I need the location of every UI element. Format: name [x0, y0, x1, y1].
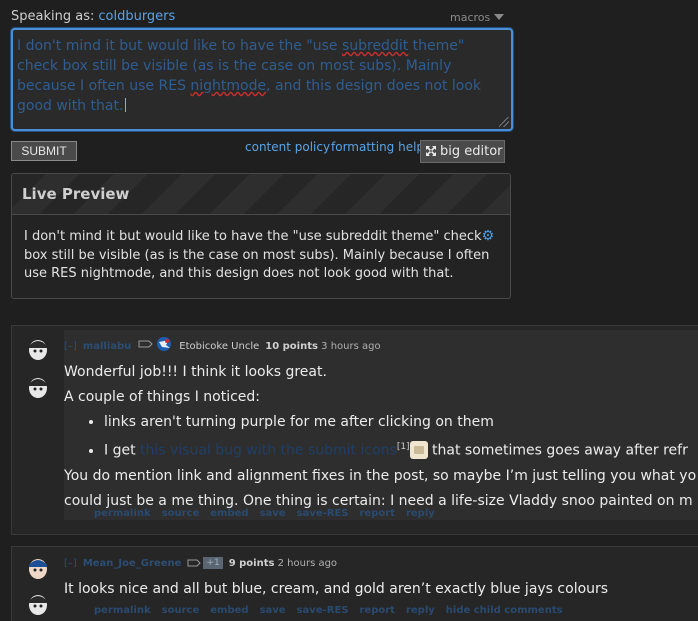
macros-label: macros: [450, 11, 491, 24]
vote-weight-badge: +1: [203, 557, 223, 569]
permalink-button[interactable]: permalink: [94, 605, 151, 616]
report-button[interactable]: report: [359, 605, 394, 616]
comment-tagline: [–] malliabu Etobicoke Uncle 10 points 3 h…: [64, 336, 381, 355]
embed-button[interactable]: embed: [210, 508, 248, 519]
source-button[interactable]: source: [162, 508, 200, 519]
embed-button[interactable]: embed: [210, 605, 248, 616]
comment-time: 2 hours ago: [277, 558, 338, 569]
blue-jays-flair-icon: [137, 336, 177, 355]
report-button[interactable]: report: [359, 508, 394, 519]
comment-textarea[interactable]: I don't mind it but would like to have t…: [11, 28, 513, 131]
reply-button[interactable]: reply: [406, 508, 435, 519]
source-button[interactable]: source: [162, 605, 200, 616]
hide-child-comments-button[interactable]: hide child comments: [446, 605, 563, 616]
image-preview-icon[interactable]: [409, 440, 428, 459]
speaking-as-label: Speaking as:: [11, 9, 95, 24]
chevron-down-icon: [494, 14, 505, 20]
user-flair: Etobicoke Uncle: [179, 341, 260, 352]
live-preview-title: Live Preview: [12, 174, 510, 215]
snoo-avatar-icon[interactable]: [26, 336, 50, 362]
tag-icon: [187, 557, 202, 572]
comment-author[interactable]: malliabu: [83, 341, 131, 352]
content-policy-link[interactable]: content policy: [245, 140, 330, 154]
comment-text: Wonderful job!!! I think it looks great.…: [64, 360, 696, 514]
comment-buttons: permalink source embed save save-RES report re…: [94, 508, 446, 519]
comment-tagline: [–] Mean_Joe_Greene +1 9 points 2 hours ag…: [64, 557, 337, 572]
collapse-toggle[interactable]: [–]: [64, 558, 77, 569]
collapse-toggle[interactable]: [–]: [64, 341, 77, 352]
expand-icon: [426, 146, 436, 156]
comment-score: 9 points: [228, 558, 275, 569]
live-preview-panel: Live Preview I don't mind it but would l…: [11, 173, 511, 299]
paragraph: It looks nice and all but blue, cream, a…: [64, 581, 609, 597]
comment-score: 10 points: [265, 341, 318, 352]
big-editor-label: big editor: [440, 144, 503, 159]
list-item: I get this visual bug with the submit ic…: [104, 435, 696, 464]
username-link[interactable]: coldburgers: [98, 9, 175, 24]
resize-grip-icon[interactable]: [499, 117, 509, 127]
preview-line: box still be visible (as is the case on …: [24, 247, 490, 263]
save-res-button[interactable]: save-RES: [297, 605, 349, 616]
bullet-list: links aren't turning purple for me after…: [104, 410, 696, 464]
comment-author[interactable]: Mean_Joe_Greene: [83, 558, 182, 569]
save-button[interactable]: save: [260, 605, 286, 616]
paragraph: Wonderful job!!! I think it looks great.: [64, 364, 327, 380]
comment-text: It looks nice and all but blue, cream, a…: [64, 577, 608, 602]
text-cursor: [125, 98, 127, 112]
comment-time: 3 hours ago: [321, 341, 381, 352]
submit-button[interactable]: SUBMIT: [11, 141, 77, 161]
speaking-as: Speaking as: coldburgers: [11, 9, 175, 24]
footnote-ref: [1]: [396, 442, 410, 452]
spellcheck-word: subreddit: [341, 38, 409, 54]
blue-jays-snoo-avatar-icon[interactable]: [26, 555, 50, 581]
paragraph: You do mention link and alignment fixes …: [64, 467, 697, 484]
gear-icon[interactable]: ⚙: [482, 228, 495, 244]
comment-body: [–] Mean_Joe_Greene +1 9 points 2 hours ag…: [64, 551, 698, 621]
big-editor-button[interactable]: big editor: [420, 140, 505, 163]
preview-line: I don't mind it but would like to have t…: [24, 228, 495, 244]
snoo-avatar-icon[interactable]: [26, 374, 50, 400]
macros-dropdown[interactable]: macros: [450, 11, 505, 24]
permalink-button[interactable]: permalink: [94, 508, 151, 519]
comment-buttons: permalink source embed save save-RES report re…: [94, 605, 574, 616]
preview-line: use RES nightmode, and this design does …: [24, 266, 454, 281]
snoo-avatar-icon[interactable]: [26, 591, 50, 617]
spellcheck-word: nightmode: [190, 78, 267, 94]
editor-text: I don't mind it but would like to have t…: [17, 38, 342, 54]
save-res-button[interactable]: save-RES: [297, 508, 349, 519]
reply-button[interactable]: reply: [406, 605, 435, 616]
comment: [–] malliabu Etobicoke Uncle 10 points 3 h…: [11, 325, 698, 535]
live-preview-body: I don't mind it but would like to have t…: [12, 215, 510, 296]
comment: [–] Mean_Joe_Greene +1 9 points 2 hours ag…: [11, 546, 698, 621]
paragraph: A couple of things I noticed:: [64, 389, 261, 405]
save-button[interactable]: save: [260, 508, 286, 519]
visual-bug-link[interactable]: this visual bug with the submit icons: [140, 443, 397, 459]
comment-body: [–] malliabu Etobicoke Uncle 10 points 3 h…: [64, 330, 698, 520]
list-item: links aren't turning purple for me after…: [104, 410, 696, 435]
formatting-help-link[interactable]: formatting help: [331, 140, 424, 154]
